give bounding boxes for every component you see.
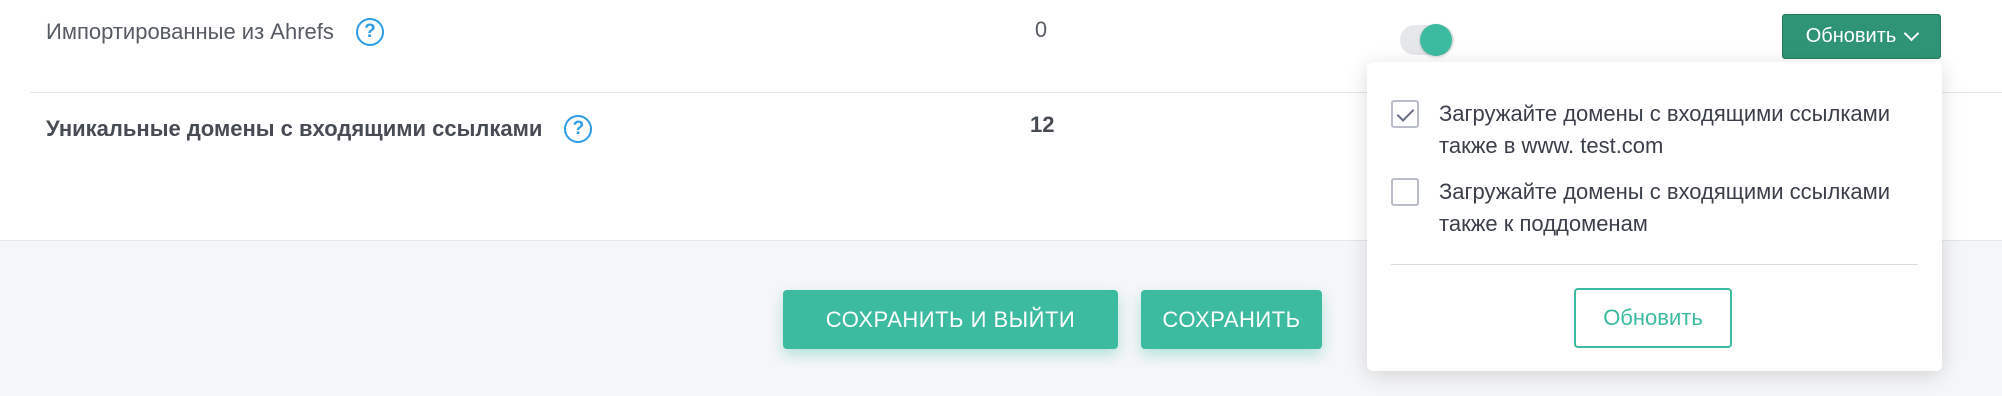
checkbox-subdomains[interactable] (1391, 178, 1419, 206)
save-and-exit-button[interactable]: СОХРАНИТЬ И ВЫЙТИ (783, 290, 1118, 349)
option-subdomains-text: Загружайте домены с входящими ссылками т… (1439, 176, 1890, 240)
unique-domains-label: Уникальные домены с входящими ссылками (46, 116, 543, 141)
imported-ahrefs-label-wrap: Импортированные из Ahrefs ? (46, 18, 384, 46)
ahrefs-toggle[interactable] (1398, 22, 1456, 58)
unique-domains-label-wrap: Уникальные домены с входящими ссылками ? (46, 115, 593, 143)
checkbox-www[interactable] (1391, 100, 1419, 128)
option-www-line2: также в www. test.com (1439, 133, 1664, 158)
help-icon[interactable]: ? (355, 18, 384, 46)
option-subdomains-line2: также к поддоменам (1439, 211, 1648, 236)
popup-update-button[interactable]: Обновить (1574, 288, 1732, 348)
option-www-text: Загружайте домены с входящими ссылками т… (1439, 98, 1890, 162)
help-icon[interactable]: ? (564, 115, 593, 143)
update-dropdown-label: Обновить (1805, 25, 1897, 47)
option-www-line1: Загружайте домены с входящими ссылками (1439, 101, 1891, 126)
chevron-down-icon (1904, 25, 1920, 42)
toggle-knob (1420, 24, 1452, 56)
update-dropdown-button[interactable]: Обновить (1782, 14, 1941, 59)
imported-ahrefs-label: Импортированные из Ahrefs (46, 19, 334, 44)
option-www[interactable]: Загружайте домены с входящими ссылками т… (1391, 98, 1890, 162)
option-subdomains[interactable]: Загружайте домены с входящими ссылками т… (1391, 176, 1890, 240)
imported-ahrefs-value: 0 (1034, 17, 1048, 42)
option-subdomains-line1: Загружайте домены с входящими ссылками (1439, 179, 1891, 204)
unique-domains-value: 12 (1030, 112, 1055, 137)
save-button[interactable]: СОХРАНИТЬ (1141, 290, 1322, 349)
popup-divider (1391, 264, 1918, 265)
update-options-popup: Загружайте домены с входящими ссылками т… (1367, 62, 1942, 371)
